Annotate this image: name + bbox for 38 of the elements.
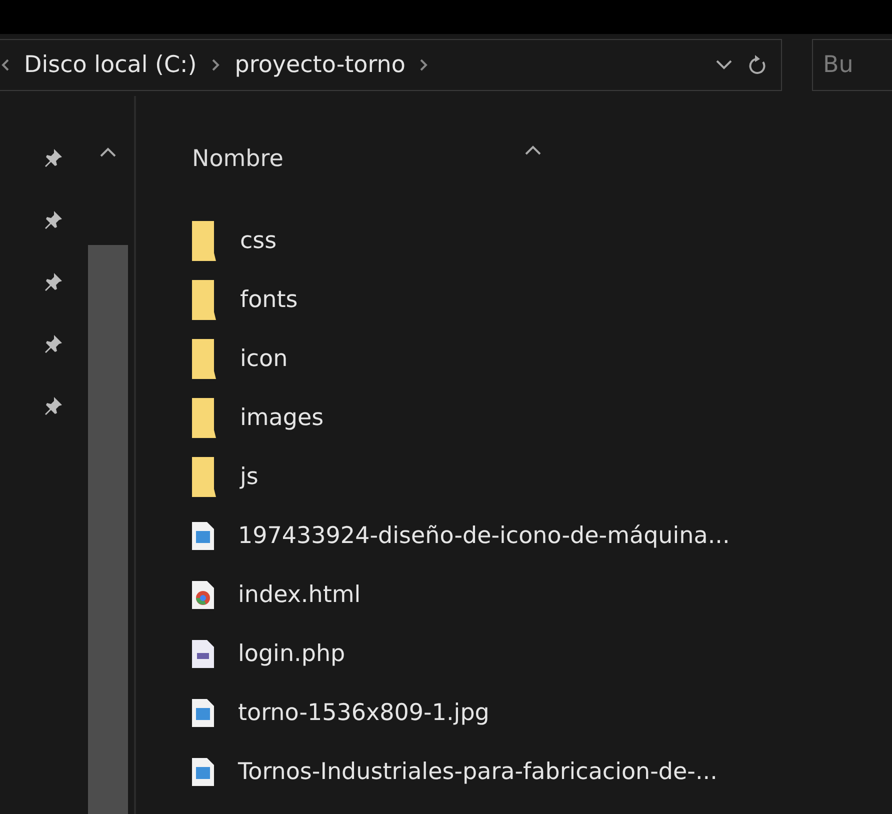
pin-icon[interactable] — [43, 148, 63, 168]
chrome-file-icon — [192, 580, 214, 608]
file-name[interactable]: images — [240, 404, 324, 430]
image-file-icon — [192, 758, 214, 786]
search-field[interactable]: Bu — [812, 39, 892, 91]
pin-icon[interactable] — [43, 396, 63, 416]
folder-icon — [192, 398, 216, 438]
pin-icon[interactable] — [43, 334, 63, 354]
file-name[interactable]: js — [240, 464, 258, 490]
chevron-right-icon[interactable] — [419, 58, 430, 72]
folder-icon — [192, 220, 216, 260]
file-name[interactable]: icon — [240, 346, 288, 372]
address-bar[interactable]: Disco local (C:) proyecto-torno — [0, 39, 782, 91]
image-file-icon — [192, 522, 214, 550]
image-file-icon — [192, 698, 214, 726]
refresh-icon[interactable] — [747, 54, 767, 76]
file-name[interactable]: 197433924-diseño-de-icono-de-máquina... — [238, 522, 730, 548]
dropdown-chevron-icon[interactable] — [715, 59, 733, 71]
scroll-up-icon[interactable] — [99, 146, 117, 158]
folder-icon — [192, 280, 216, 320]
pin-icon[interactable] — [43, 272, 63, 292]
column-header[interactable]: Nombre — [192, 146, 284, 172]
folder-icon — [192, 456, 216, 496]
breadcrumb[interactable]: Disco local (C:) — [24, 52, 197, 78]
chevron-right-icon[interactable] — [210, 58, 221, 72]
file-name[interactable]: index.html — [238, 582, 361, 608]
file-name[interactable]: css — [240, 228, 277, 254]
file-name[interactable]: torno-1536x809-1.jpg — [238, 700, 490, 726]
file-name[interactable]: login.php — [238, 640, 346, 666]
scrollbar-thumb[interactable] — [88, 245, 128, 814]
breadcrumb[interactable]: proyecto-torno — [234, 52, 406, 78]
folder-icon — [192, 338, 216, 378]
sort-caret-icon[interactable] — [524, 144, 542, 156]
back-chevron-icon[interactable] — [0, 58, 10, 72]
file-name[interactable]: Tornos-Industriales-para-fabricacion-de-... — [238, 758, 718, 784]
file-name[interactable]: fonts — [240, 286, 298, 312]
pin-icon[interactable] — [43, 210, 63, 230]
php-file-icon — [192, 640, 214, 668]
